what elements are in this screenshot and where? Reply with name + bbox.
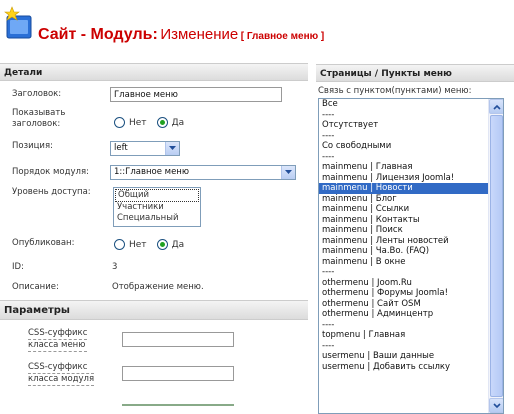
module-suffix-label: CSS-суффикс класса модуля	[28, 362, 95, 386]
menu-suffix-input[interactable]	[122, 332, 234, 347]
show-title-yes-radio[interactable]	[156, 117, 168, 128]
description-label: Описание:	[12, 282, 59, 292]
menu-list-item[interactable]: mainmenu | Ссылки	[319, 204, 489, 215]
menu-list-item[interactable]: othermenu | Сайт OSM	[319, 299, 489, 310]
show-title-radio-group: Нет Да	[114, 117, 190, 128]
position-select[interactable]: left	[110, 141, 180, 156]
id-value: 3	[112, 262, 118, 272]
page-title: Сайт - Модуль: Изменение [ Главное меню …	[38, 26, 324, 44]
published-label: Опубликован:	[12, 238, 75, 248]
access-label: Уровень доступа:	[12, 187, 91, 197]
menu-list-item[interactable]: ----	[319, 341, 489, 352]
menu-list-item[interactable]: Со свободными	[319, 141, 489, 152]
details-heading: Детали	[0, 63, 308, 81]
title-main: Сайт - Модуль:	[38, 26, 158, 43]
show-title-yes-label: Да	[171, 117, 185, 128]
order-select[interactable]: 1::Главное меню	[110, 165, 296, 180]
menu-list-item[interactable]: ----	[319, 110, 489, 121]
chevron-down-icon	[493, 403, 501, 409]
published-yes-radio[interactable]	[156, 239, 168, 250]
module-suffix-input[interactable]	[122, 366, 234, 381]
published-yes-label: Да	[171, 239, 185, 250]
menu-list-item[interactable]: ----	[319, 131, 489, 142]
description-value: Отображение меню.	[112, 282, 204, 292]
menu-list-item[interactable]: topmenu | Главная	[319, 330, 489, 341]
module-icon	[4, 6, 34, 40]
title-input[interactable]	[110, 87, 282, 102]
order-label: Порядок модуля:	[12, 167, 89, 177]
menu-list-item[interactable]: othermenu | Админцентр	[319, 309, 489, 320]
scroll-thumb[interactable]	[490, 115, 503, 397]
menu-list-item[interactable]: othermenu | Форумы Joomla!	[319, 288, 489, 299]
access-option-special[interactable]: Специальный	[115, 213, 199, 224]
listbox-scrollbar[interactable]	[488, 99, 503, 413]
show-title-no-radio[interactable]	[114, 117, 125, 128]
show-title-no-label: Нет	[129, 117, 147, 128]
id-label: ID:	[12, 262, 24, 272]
chevron-up-icon	[493, 104, 501, 110]
menu-list-item[interactable]: mainmenu | Лицензия Joomla!	[319, 173, 489, 184]
scroll-down-button[interactable]	[489, 398, 503, 413]
params-heading: Параметры	[0, 300, 308, 320]
menu-list-item[interactable]: mainmenu | Новости	[319, 183, 489, 194]
published-no-radio[interactable]	[114, 239, 125, 250]
menu-list-item[interactable]: usermenu | Добавить ссылку	[319, 362, 489, 373]
position-label: Позиция:	[12, 141, 53, 151]
menu-suffix-label: CSS-суффикс класса меню	[28, 328, 88, 352]
page-header: Сайт - Модуль: Изменение [ Главное меню …	[0, 0, 514, 52]
menu-list-item[interactable]: mainmenu | Контакты	[319, 215, 489, 226]
menu-list-item[interactable]: mainmenu | В окне	[319, 257, 489, 268]
menu-list-item[interactable]: mainmenu | Ча.Во. (FAQ)	[319, 246, 489, 257]
chevron-down-icon	[281, 166, 295, 179]
menu-link-label: Связь с пунктом(пунктами) меню:	[318, 86, 472, 96]
menu-list-item[interactable]: ----	[319, 152, 489, 163]
pages-heading: Страницы / Пункты меню	[316, 64, 514, 82]
menu-list-item[interactable]: mainmenu | Поиск	[319, 225, 489, 236]
position-value: left	[114, 143, 128, 153]
published-no-label: Нет	[129, 239, 147, 250]
menu-list-item[interactable]: ----	[319, 267, 489, 278]
access-option-registered[interactable]: Участники	[115, 202, 199, 213]
menu-items-listbox[interactable]: Все ---- Отсутствует ---- Со свободными ---- m…	[318, 98, 504, 414]
next-input-edge	[122, 404, 234, 406]
menu-list-item[interactable]: usermenu | Ваши данные	[319, 351, 489, 362]
menu-list-item[interactable]: mainmenu | Главная	[319, 162, 489, 173]
menu-list-item[interactable]: mainmenu | Ленты новостей	[319, 236, 489, 247]
access-option-public[interactable]: Общий	[115, 189, 199, 202]
menu-list-item[interactable]: Все	[319, 99, 489, 110]
pages-panel: Страницы / Пункты меню Связь с пунктом(п…	[316, 64, 514, 414]
order-value: 1::Главное меню	[114, 167, 190, 177]
show-title-label: Показывать заголовок:	[12, 108, 66, 129]
title-sub: [ Главное меню ]	[240, 31, 325, 42]
published-radio-group: Нет Да	[114, 239, 190, 250]
menu-list-item[interactable]: mainmenu | Блог	[319, 194, 489, 205]
menu-list-item[interactable]: Отсутствует	[319, 120, 489, 131]
menu-list-item[interactable]: othermenu | Joom.Ru	[319, 278, 489, 289]
title-label: Заголовок:	[12, 89, 62, 99]
menu-items-list: Все ---- Отсутствует ---- Со свободными ---- m…	[319, 99, 489, 372]
title-action: Изменение	[160, 26, 239, 43]
scroll-up-button[interactable]	[489, 99, 503, 114]
chevron-down-icon	[165, 142, 179, 155]
access-listbox[interactable]: Общий Участники Специальный	[113, 187, 201, 227]
menu-list-item[interactable]: ----	[319, 320, 489, 331]
